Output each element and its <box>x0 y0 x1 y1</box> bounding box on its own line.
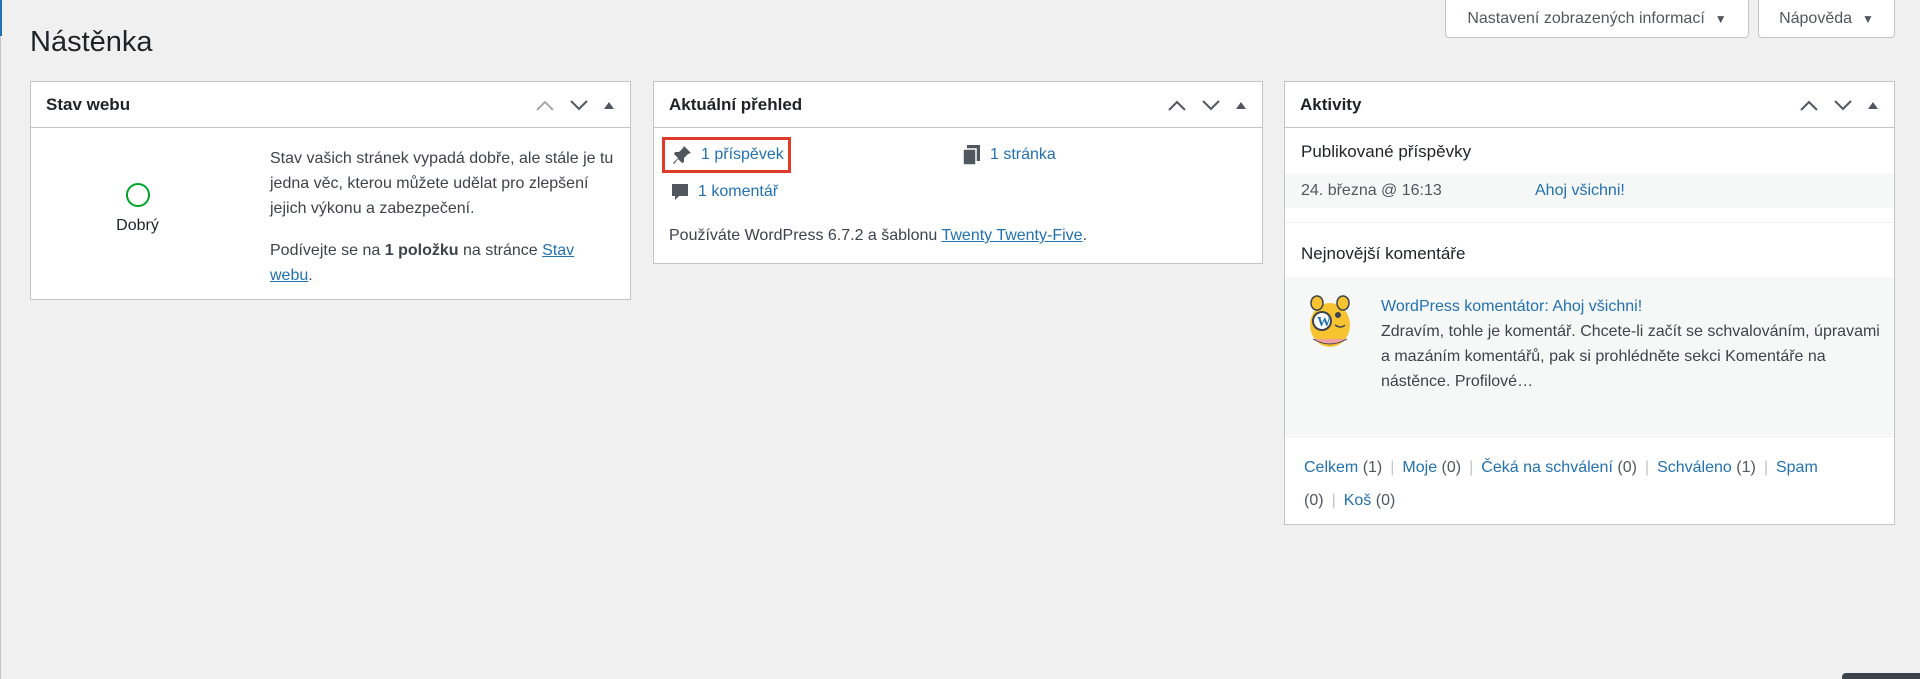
widget-header[interactable]: Aktivity <box>1285 82 1894 128</box>
move-up-icon[interactable] <box>1799 98 1819 112</box>
help-button[interactable]: Nápověda ▼ <box>1758 0 1895 38</box>
comment-filter-link[interactable]: Spam <box>1776 459 1818 476</box>
svg-text:W: W <box>1317 315 1331 330</box>
glance-posts-link[interactable]: 1 příspěvek <box>662 137 791 173</box>
comment-filter-item: Celkem (1) <box>1304 459 1382 476</box>
comment-author-link[interactable]: WordPress komentátor: Ahoj všichni! <box>1381 298 1642 315</box>
pin-icon <box>673 146 691 164</box>
caret-down-icon: ▼ <box>1714 11 1727 26</box>
wapuu-avatar-icon: W <box>1310 295 1350 347</box>
health-status-indicator: Dobrý <box>31 129 244 235</box>
divider <box>1285 222 1894 223</box>
glance-pages-label: 1 stránka <box>990 146 1056 163</box>
health-description: Stav vašich stránek vypadá dobře, ale st… <box>270 146 615 288</box>
widget-handles <box>1799 98 1879 112</box>
widget-header[interactable]: Stav webu <box>31 82 630 128</box>
activity-widget: Aktivity Publikované příspěvky 24. březn… <box>1284 81 1895 525</box>
glance-comments-link[interactable]: 1 komentář <box>670 182 778 202</box>
separator: | <box>1390 459 1395 476</box>
site-health-widget: Stav webu Dobrý Stav vašich stránek vypa… <box>30 81 631 300</box>
toggle-panel-icon[interactable] <box>603 100 615 110</box>
widget-title: Stav webu <box>46 94 131 114</box>
post-date: 24. března @ 16:13 <box>1301 182 1442 199</box>
admin-menu-edge <box>0 0 2 36</box>
admin-menu-border <box>0 36 1 679</box>
widget-handles <box>535 98 615 112</box>
glance-posts-label: 1 příspěvek <box>701 146 784 163</box>
help-label: Nápověda <box>1779 9 1853 27</box>
separator: | <box>1469 459 1474 476</box>
comment-filter-count: (0) <box>1617 459 1637 476</box>
glance-version-info: Používáte WordPress 6.7.2 a šablonu Twen… <box>669 227 1088 244</box>
comment-filter-item: Moje (0) <box>1402 459 1461 476</box>
comment-filter-link[interactable]: Čeká na schválení <box>1481 459 1613 476</box>
comment-filter-count: (0) <box>1304 492 1324 509</box>
theme-link[interactable]: Twenty Twenty-Five <box>941 227 1082 244</box>
published-posts-heading: Publikované příspěvky <box>1301 142 1472 161</box>
published-post-link[interactable]: Ahoj všichni! <box>1535 182 1625 200</box>
widget-handles <box>1167 98 1247 112</box>
comment-filter-item: Čeká na schválení (0) <box>1481 459 1637 476</box>
separator: | <box>1644 459 1650 476</box>
toggle-panel-icon[interactable] <box>1235 100 1247 110</box>
health-summary: Stav vašich stránek vypadá dobře, ale st… <box>270 150 614 217</box>
widget-title: Aktuální přehled <box>669 94 803 114</box>
move-down-icon[interactable] <box>1833 98 1853 112</box>
move-down-icon[interactable] <box>1201 98 1221 112</box>
comment-icon <box>672 184 688 200</box>
comment-filter-count: (0) <box>1441 459 1462 476</box>
health-status-circle-icon <box>125 183 150 207</box>
widget-title: Aktivity <box>1300 94 1362 114</box>
move-up-icon[interactable] <box>1167 98 1187 112</box>
comment-filter-count: (1) <box>1362 459 1383 476</box>
comment-filter-link[interactable]: Celkem <box>1304 459 1358 476</box>
glance-pages-link[interactable]: 1 stránka <box>962 144 1056 166</box>
recent-comments-heading: Nejnovější komentáře <box>1301 244 1466 263</box>
comment-filter-link[interactable]: Schváleno <box>1657 459 1732 476</box>
toggle-panel-icon[interactable] <box>1867 100 1879 110</box>
comment-excerpt: Zdravím, tohle je komentář. Chcete-li za… <box>1381 323 1880 390</box>
corner-widget[interactable] <box>1842 673 1920 679</box>
widget-header[interactable]: Aktuální přehled <box>654 82 1262 128</box>
divider <box>1285 436 1894 437</box>
screen-options-label: Nastavení zobrazených informací <box>1467 9 1705 27</box>
health-detail: Podívejte se na 1 položku na stránce Sta… <box>270 242 575 284</box>
page-title: Nástěnka <box>30 26 153 58</box>
at-a-glance-widget: Aktuální přehled 1 příspěvek 1 stránka 1… <box>653 81 1263 264</box>
health-status-label: Dobrý <box>116 217 159 234</box>
screen-options-button[interactable]: Nastavení zobrazených informací ▼ <box>1445 0 1749 38</box>
comment-filter-link[interactable]: Moje <box>1402 459 1437 476</box>
separator: | <box>1331 492 1336 509</box>
glance-comments-label: 1 komentář <box>698 183 779 200</box>
comment-status-links: Celkem (1) | Moje (0) | Čeká na schválení (0… <box>1304 451 1874 517</box>
move-up-icon[interactable] <box>535 98 555 112</box>
comment-filter-count: (0) <box>1375 492 1396 509</box>
comment-filter-item: Koš (0) <box>1344 492 1396 509</box>
caret-down-icon: ▼ <box>1862 11 1874 26</box>
separator: | <box>1763 459 1768 476</box>
comment-filter-item: Schváleno (1) <box>1657 459 1756 476</box>
comment-filter-count: (1) <box>1736 459 1756 476</box>
comment-content: WordPress komentátor: Ahoj všichni! Zdra… <box>1381 294 1881 394</box>
pages-icon <box>962 145 980 166</box>
move-down-icon[interactable] <box>569 98 589 112</box>
comment-filter-link[interactable]: Koš <box>1344 492 1372 509</box>
